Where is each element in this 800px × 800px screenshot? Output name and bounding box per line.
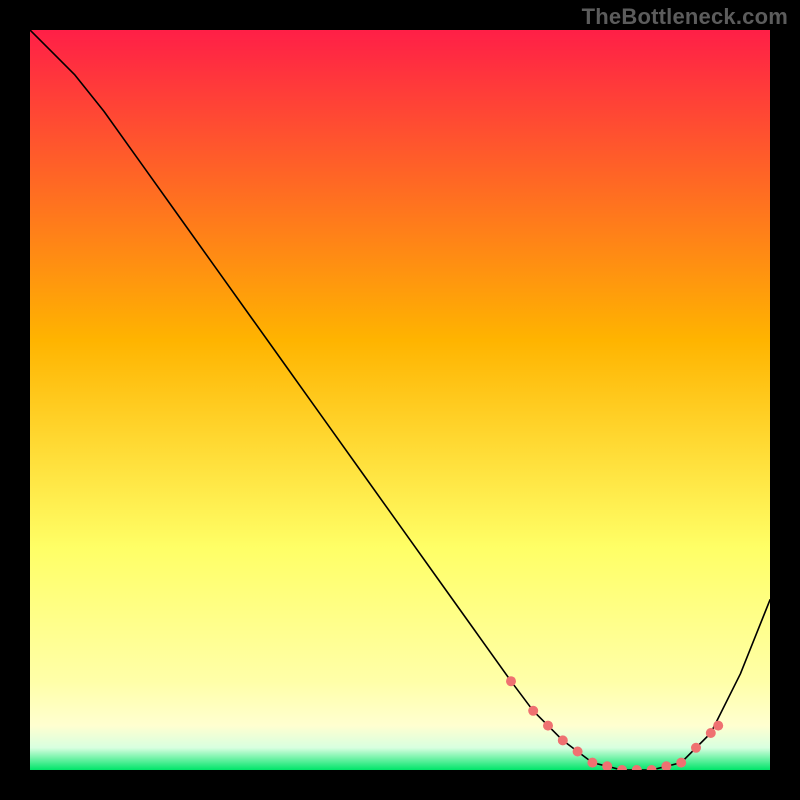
marker-dot [543, 721, 553, 731]
marker-dot [587, 758, 597, 768]
marker-dot [558, 735, 568, 745]
marker-dot [691, 743, 701, 753]
marker-dot [528, 706, 538, 716]
chart-frame: TheBottleneck.com [0, 0, 800, 800]
bottleneck-chart [30, 30, 770, 770]
marker-dot [713, 721, 723, 731]
marker-dot [676, 758, 686, 768]
gradient-background [30, 30, 770, 770]
marker-dot [706, 728, 716, 738]
watermark-text: TheBottleneck.com [582, 4, 788, 30]
marker-dot [573, 747, 583, 757]
marker-dot [506, 676, 516, 686]
